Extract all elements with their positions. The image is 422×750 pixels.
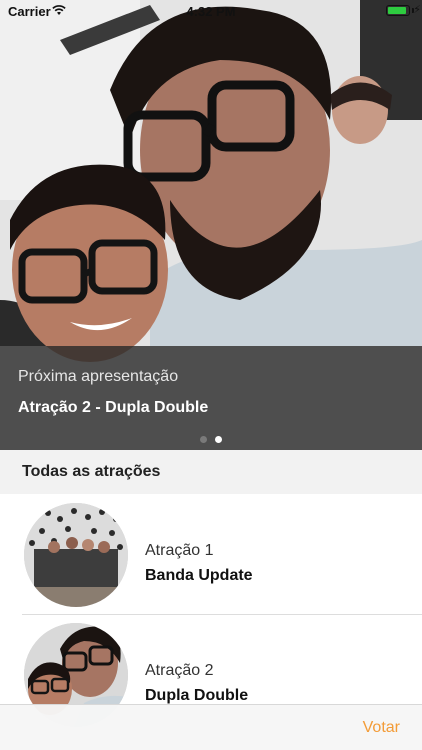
band-group-photo — [24, 503, 128, 607]
band-avatar — [24, 503, 128, 607]
page-control[interactable] — [0, 430, 422, 448]
battery-level — [388, 7, 406, 14]
next-show-overlay: Próxima apresentação Atração 2 - Dupla D… — [0, 346, 422, 450]
section-header: Todas as atrações — [0, 450, 422, 494]
bottom-toolbar: Votar — [0, 704, 422, 750]
attraction-title: Banda Update — [145, 567, 253, 584]
attraction-title: Dupla Double — [145, 687, 249, 704]
next-show-label: Próxima apresentação — [18, 368, 179, 385]
hero-banner[interactable]: Carrier 4:32 PM ⚡ Próxima apresentação A… — [0, 0, 422, 450]
charging-icon: ⚡ — [413, 4, 421, 16]
battery-icon — [386, 5, 410, 16]
next-show-title: Atração 2 - Dupla Double — [18, 399, 209, 416]
status-bar: Carrier 4:32 PM ⚡ — [0, 0, 422, 22]
list-item-attraction-1[interactable]: Atração 1 Banda Update — [0, 494, 422, 614]
vote-button[interactable]: Votar — [363, 719, 400, 737]
attractions-list: Atração 1 Banda Update Atração 2 Dupla D… — [0, 494, 422, 734]
page-dot[interactable] — [215, 436, 222, 443]
attraction-subtitle: Atração 2 — [145, 662, 214, 679]
clock: 4:32 PM — [186, 4, 236, 19]
section-title: Todas as atrações — [22, 463, 161, 480]
attraction-subtitle: Atração 1 — [145, 542, 214, 559]
page-dot[interactable] — [200, 436, 207, 443]
